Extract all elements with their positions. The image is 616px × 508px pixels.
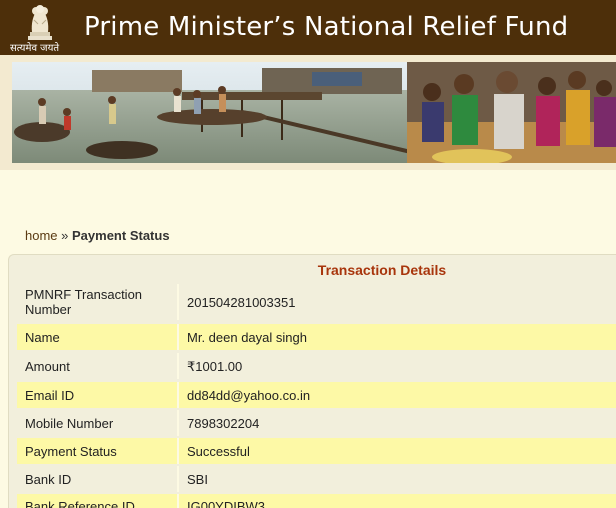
row-divider <box>177 284 179 320</box>
detail-value: Mr. deen dayal singh <box>187 330 307 345</box>
detail-label: Payment Status <box>25 444 117 459</box>
detail-row-transaction-number: PMNRF Transaction Number 201504281003351 <box>17 284 616 320</box>
row-divider <box>177 494 179 508</box>
row-divider <box>177 466 179 492</box>
breadcrumb-separator: » <box>61 228 69 243</box>
detail-label: Amount <box>25 359 70 374</box>
detail-label: Mobile Number <box>25 416 114 431</box>
detail-row-amount: Amount ₹1001.00 <box>17 353 616 379</box>
detail-value: SBI <box>187 472 208 487</box>
detail-row-name: Name Mr. deen dayal singh <box>17 324 616 350</box>
detail-row-email: Email ID dd84dd@yahoo.co.in <box>17 382 616 408</box>
site-header: सत्यमेव जयते Prime Minister’s National R… <box>0 0 616 55</box>
detail-label: Name <box>25 330 60 345</box>
row-divider <box>177 438 179 464</box>
transaction-details-panel: Transaction Details PMNRF Transaction Nu… <box>8 254 616 508</box>
detail-row-mobile: Mobile Number 7898302204 <box>17 410 616 436</box>
detail-value: 201504281003351 <box>187 295 296 310</box>
breadcrumb-home-link[interactable]: home <box>25 228 58 243</box>
detail-row-bank-reference: Bank Reference ID IG00YDIBW3 <box>17 494 616 508</box>
relief-banner-photo <box>12 62 616 163</box>
emblem-caption: सत्यमेव जयते <box>10 43 60 54</box>
breadcrumb-current: Payment Status <box>72 228 170 243</box>
detail-value: dd84dd@yahoo.co.in <box>187 388 311 403</box>
row-divider <box>177 324 179 350</box>
detail-label: Bank ID <box>25 472 72 487</box>
detail-value: Successful <box>187 444 250 459</box>
banner-area <box>0 55 616 170</box>
detail-value: 7898302204 <box>187 416 260 431</box>
detail-row-bank-id: Bank ID SBI <box>17 466 616 492</box>
row-divider <box>177 382 179 408</box>
detail-row-payment-status: Payment Status Successful <box>17 438 616 464</box>
site-title: Prime Minister’s National Relief Fund <box>84 12 569 42</box>
detail-value: ₹1001.00 <box>187 359 243 374</box>
row-divider <box>177 353 179 379</box>
details-title: Transaction Details <box>317 262 447 278</box>
row-divider <box>177 410 179 436</box>
detail-label: Email ID <box>25 388 75 403</box>
detail-label: PMNRF Transaction Number <box>25 287 143 317</box>
breadcrumb: home » Payment Status <box>25 228 170 243</box>
